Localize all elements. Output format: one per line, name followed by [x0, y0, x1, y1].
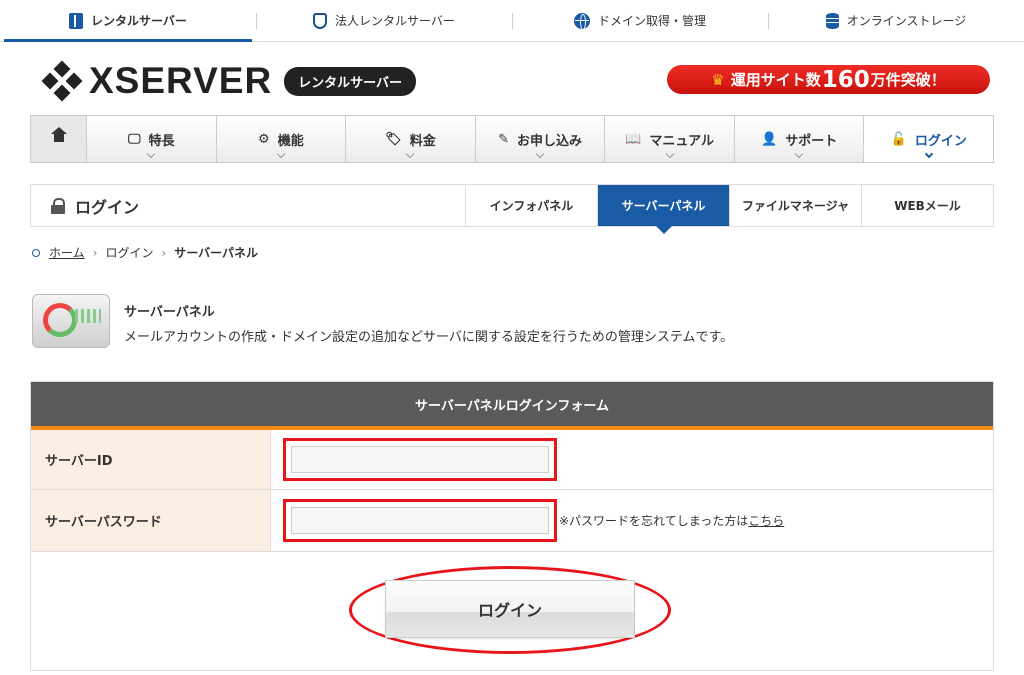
- service-topbar: レンタルサーバー 法人レンタルサーバー ドメイン取得・管理 オンラインストレージ: [0, 0, 1024, 42]
- intro-description: メールアカウントの作成・ドメイン設定の追加などサーバに関する設定を行うための管理…: [124, 330, 734, 345]
- nav-label: マニュアル: [649, 133, 714, 149]
- forgot-text: ※パスワードを忘れてしまった方は: [559, 514, 749, 528]
- login-button-row: ログイン: [31, 552, 993, 668]
- logo-diamond-icon: [41, 60, 83, 102]
- logo-tag: レンタルサーバー: [284, 66, 417, 96]
- sites-count-banner[interactable]: ♛ 運用サイト数 160 万件突破！: [667, 65, 990, 94]
- database-icon: [825, 12, 839, 29]
- top-tab-domain[interactable]: ドメイン取得・管理: [512, 0, 768, 41]
- breadcrumb-home[interactable]: ホーム: [49, 244, 85, 261]
- top-tab-label: レンタルサーバー: [91, 14, 187, 28]
- subnav-title-text: ログイン: [75, 197, 140, 217]
- intro-title: サーバーパネル: [124, 305, 215, 320]
- forgot-password-note: ※パスワードを忘れてしまった方はこちら: [559, 512, 784, 529]
- nav-item-functions[interactable]: ⚙ 機能: [217, 116, 347, 162]
- server-id-label: サーバーID: [31, 430, 271, 489]
- unlock-icon: [51, 197, 65, 214]
- tab-server-panel[interactable]: サーバーパネル: [597, 185, 729, 234]
- pen-icon: ✎: [498, 131, 509, 147]
- nav-label: お申し込み: [516, 133, 582, 149]
- password-input[interactable]: [291, 507, 549, 534]
- tab-file-manager[interactable]: ファイルマネージャ: [729, 185, 861, 226]
- server-id-input[interactable]: [291, 446, 549, 473]
- banner-prefix: 運用サイト数: [730, 71, 821, 89]
- server-id-row: サーバーID: [31, 430, 993, 490]
- breadcrumb: ホーム › ログイン › サーバーパネル: [32, 244, 258, 261]
- gears-icon: ⚙: [258, 131, 270, 147]
- person-icon: 👤: [761, 131, 778, 147]
- top-tab-corporate-server[interactable]: 法人レンタルサーバー: [256, 0, 512, 41]
- crown-icon: ♛: [711, 70, 725, 89]
- login-form: サーバーパネルログインフォーム サーバーID サーバーパスワード ※パスワードを…: [30, 381, 994, 671]
- nav-item-login[interactable]: 🔓 ログイン: [864, 116, 994, 162]
- top-tab-rental-server[interactable]: レンタルサーバー: [0, 0, 256, 42]
- breadcrumb-separator: ›: [161, 245, 167, 260]
- tab-webmail[interactable]: WEBメール: [861, 185, 993, 226]
- nav-item-pricing[interactable]: 🏷 料金: [346, 116, 476, 162]
- chevron-down-icon: [535, 149, 545, 159]
- chevron-down-icon: [276, 149, 286, 159]
- top-tab-label: オンラインストレージ: [846, 14, 967, 28]
- password-label: サーバーパスワード: [31, 490, 271, 551]
- server-panel-icon: [32, 294, 110, 348]
- password-row: サーバーパスワード ※パスワードを忘れてしまった方はこちら: [31, 490, 993, 552]
- nav-home[interactable]: [31, 116, 87, 162]
- password-highlight: [283, 499, 557, 542]
- banner-suffix: 万件突破！: [870, 71, 946, 89]
- xserver-logo[interactable]: XSERVER レンタルサーバー: [41, 60, 417, 102]
- main-nav: 🖵 特長 ⚙ 機能 🏷 料金 ✎ お申し込み 📖 マニュアル 👤 サポート 🔓 …: [30, 115, 994, 163]
- login-subnav: ログイン インフォパネル サーバーパネル ファイルマネージャ WEBメール: [30, 184, 994, 234]
- top-tab-label: ドメイン取得・管理: [597, 14, 706, 28]
- breadcrumb-login[interactable]: ログイン: [105, 244, 153, 261]
- forgot-password-link[interactable]: こちら: [748, 514, 784, 528]
- chevron-down-icon: [924, 149, 933, 159]
- breadcrumb-dot-icon: [32, 248, 40, 257]
- chevron-down-icon: [406, 149, 415, 159]
- monitor-icon: 🖵: [128, 131, 141, 147]
- tab-info-panel[interactable]: インフォパネル: [465, 185, 597, 226]
- shield-icon: [313, 12, 328, 29]
- login-button[interactable]: ログイン: [385, 580, 635, 638]
- nav-item-apply[interactable]: ✎ お申し込み: [476, 116, 606, 162]
- chevron-down-icon: [665, 149, 674, 159]
- top-tab-label: 法人レンタルサーバー: [335, 14, 455, 28]
- form-header: サーバーパネルログインフォーム: [31, 382, 993, 430]
- server-id-highlight: [283, 438, 557, 481]
- logo-word: XSERVER: [89, 60, 273, 101]
- chevron-down-icon: [147, 149, 156, 159]
- breadcrumb-current: サーバーパネル: [174, 246, 259, 260]
- subnav-title: ログイン: [31, 185, 465, 226]
- nav-label: ログイン: [914, 133, 967, 149]
- chevron-down-icon: [794, 149, 804, 159]
- home-icon: [50, 127, 67, 145]
- globe-icon: [573, 12, 590, 30]
- tag-icon: 🏷: [385, 131, 402, 147]
- nav-item-support[interactable]: 👤 サポート: [735, 116, 865, 162]
- nav-label: 機能: [277, 133, 304, 149]
- lock-icon: 🔓: [890, 131, 907, 147]
- book-icon: 📖: [625, 131, 642, 147]
- nav-label: 特長: [148, 133, 175, 149]
- top-tab-storage[interactable]: オンラインストレージ: [768, 0, 1024, 41]
- nav-label: サポート: [785, 133, 838, 149]
- banner-number: 160: [821, 66, 870, 93]
- server-panel-intro: サーバーパネル メールアカウントの作成・ドメイン設定の追加などサーバに関する設定…: [32, 294, 733, 348]
- breadcrumb-separator: ›: [92, 245, 98, 260]
- rental-book-icon: [69, 12, 84, 29]
- nav-item-features[interactable]: 🖵 特長: [87, 116, 217, 162]
- password-cell: ※パスワードを忘れてしまった方はこちら: [271, 490, 993, 551]
- server-id-cell: [271, 430, 993, 489]
- nav-label: 料金: [409, 133, 436, 149]
- nav-item-manual[interactable]: 📖 マニュアル: [605, 116, 735, 162]
